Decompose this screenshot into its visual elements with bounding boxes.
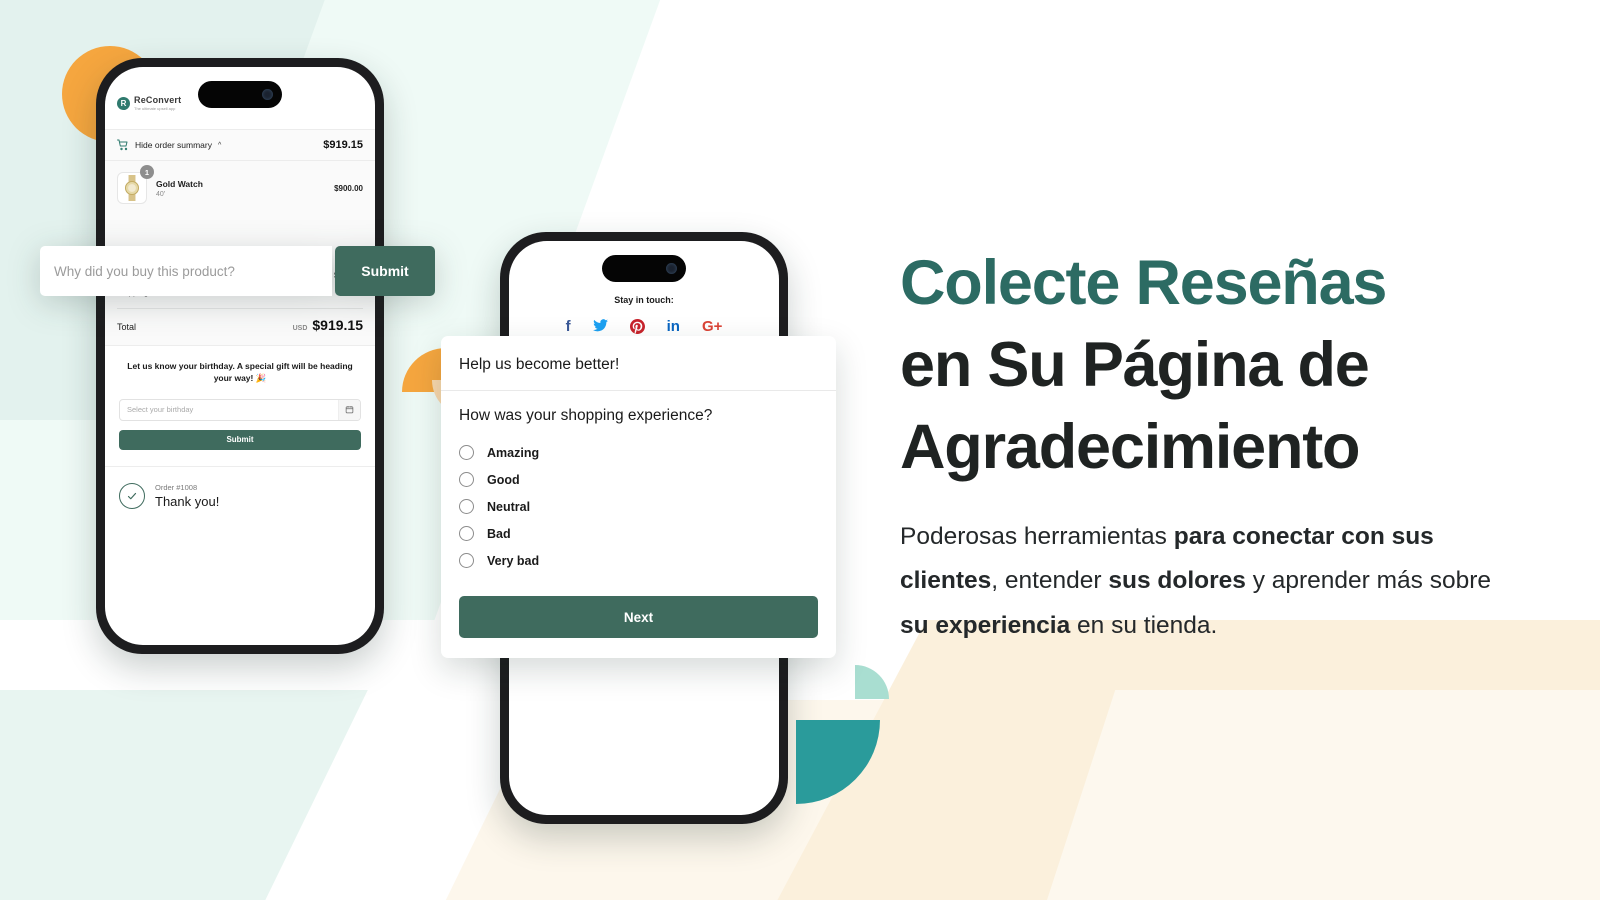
radio-icon[interactable] — [459, 499, 474, 514]
headline-line-3: Agradecimiento — [900, 411, 1361, 482]
radio-icon[interactable] — [459, 472, 474, 487]
linkedin-icon[interactable]: in — [667, 319, 680, 337]
grand-total-right: USD $919.15 — [293, 317, 363, 333]
survey-title: Help us become better! — [459, 356, 620, 373]
radio-icon[interactable] — [459, 445, 474, 460]
reconvert-logo-tagline: The ultimate upsell app — [134, 106, 176, 111]
review-question-widget: Why did you buy this product? Submit — [40, 246, 435, 296]
survey-option-label: Bad — [487, 526, 511, 541]
radio-icon[interactable] — [459, 553, 474, 568]
pinterest-glyph — [629, 319, 645, 335]
thank-you-block: Order #1008 Thank you! — [105, 465, 375, 525]
review-input[interactable]: Why did you buy this product? — [40, 246, 332, 296]
check-circle-icon — [119, 482, 145, 509]
survey-option-label: Amazing — [487, 445, 540, 460]
totals-divider — [117, 308, 363, 309]
order-summary-toggle[interactable]: Hide order summary ^ $919.15 — [105, 129, 375, 161]
survey-option-very-bad[interactable]: Very bad — [459, 547, 818, 574]
phone-mockup-left: R ReConvert The ultimate upsell app Hide… — [96, 58, 384, 654]
line-item-price: $900.00 — [334, 183, 363, 193]
order-summary-total: $919.15 — [323, 139, 363, 151]
google-plus-icon[interactable]: G+ — [702, 319, 722, 337]
birthday-placeholder: Select your birthday — [127, 405, 194, 415]
thank-you-text: Order #1008 Thank you! — [155, 483, 219, 509]
birthday-submit-button[interactable]: Submit — [119, 429, 361, 450]
page-title: Colecte Reseñas en Su Página de Agradeci… — [900, 243, 1520, 489]
radio-icon[interactable] — [459, 526, 474, 541]
survey-option-bad[interactable]: Bad — [459, 520, 818, 547]
survey-option-label: Good — [487, 472, 520, 487]
pinterest-icon[interactable] — [629, 319, 645, 337]
shopping-cart-icon — [117, 139, 128, 151]
birthday-prompt: Let us know your birthday. A special gif… — [127, 361, 353, 384]
grand-total-label: Total — [117, 322, 137, 332]
calendar-icon[interactable] — [338, 399, 360, 420]
line-item-variant: 40' — [156, 190, 166, 198]
order-number: Order #1008 — [155, 482, 198, 492]
survey-card: Help us become better! How was your shop… — [441, 336, 836, 658]
hero-banner: R ReConvert The ultimate upsell app Hide… — [0, 0, 1600, 900]
twitter-icon[interactable] — [592, 319, 608, 337]
order-summary-toggle-left: Hide order summary ^ — [117, 139, 221, 151]
survey-option-amazing[interactable]: Amazing — [459, 439, 818, 466]
watch-icon — [124, 175, 140, 201]
reconvert-logo-name: ReConvert — [134, 95, 182, 105]
thank-you-title: Thank you! — [155, 493, 220, 509]
chevron-up-icon: ^ — [218, 141, 222, 149]
survey-option-label: Neutral — [487, 499, 531, 514]
grand-total-row: Total USD $919.15 — [117, 312, 363, 343]
line-item-thumbnail-wrap: 1 — [117, 165, 154, 204]
birthday-input[interactable]: Select your birthday — [119, 398, 361, 421]
line-item-quantity-badge: 1 — [140, 165, 154, 179]
survey-option-neutral[interactable]: Neutral — [459, 493, 818, 520]
line-item-name: Gold Watch — [156, 178, 203, 189]
phone-notch — [198, 81, 282, 108]
headline-line-2: en Su Página de — [900, 329, 1370, 400]
survey-option-good[interactable]: Good — [459, 466, 818, 493]
survey-body: How was your shopping experience? Amazin… — [441, 390, 836, 658]
facebook-icon[interactable]: f — [566, 319, 571, 337]
reconvert-badge-icon: R — [117, 96, 130, 110]
social-links: f in G+ — [509, 305, 779, 337]
phone-notch — [602, 255, 686, 282]
review-submit-button[interactable]: Submit — [335, 246, 435, 296]
camera-lens-icon — [666, 263, 677, 274]
grand-total-value: $919.15 — [312, 317, 363, 333]
hero-body-text: Poderosas herramientas para conectar con… — [900, 522, 1492, 639]
survey-option-label: Very bad — [487, 553, 540, 568]
phone-screen-left: R ReConvert The ultimate upsell app Hide… — [105, 67, 375, 645]
order-summary-label: Hide order summary — [135, 140, 212, 150]
order-line-item: 1 Gold Watch 40' $900.00 — [105, 161, 375, 215]
survey-next-button[interactable]: Next — [459, 596, 818, 638]
line-item-text: Gold Watch 40' — [156, 179, 203, 198]
hero-copy: Colecte Reseñas en Su Página de Agradeci… — [900, 243, 1520, 648]
grand-total-currency: USD — [292, 325, 308, 332]
birthday-widget: Let us know your birthday. A special gif… — [105, 345, 375, 466]
calendar-glyph — [345, 406, 354, 414]
twitter-glyph — [592, 319, 608, 332]
headline-line-1: Colecte Reseñas — [900, 248, 1387, 318]
check-glyph — [127, 492, 137, 499]
camera-lens-icon — [262, 89, 273, 100]
survey-question: How was your shopping experience? — [459, 407, 713, 424]
